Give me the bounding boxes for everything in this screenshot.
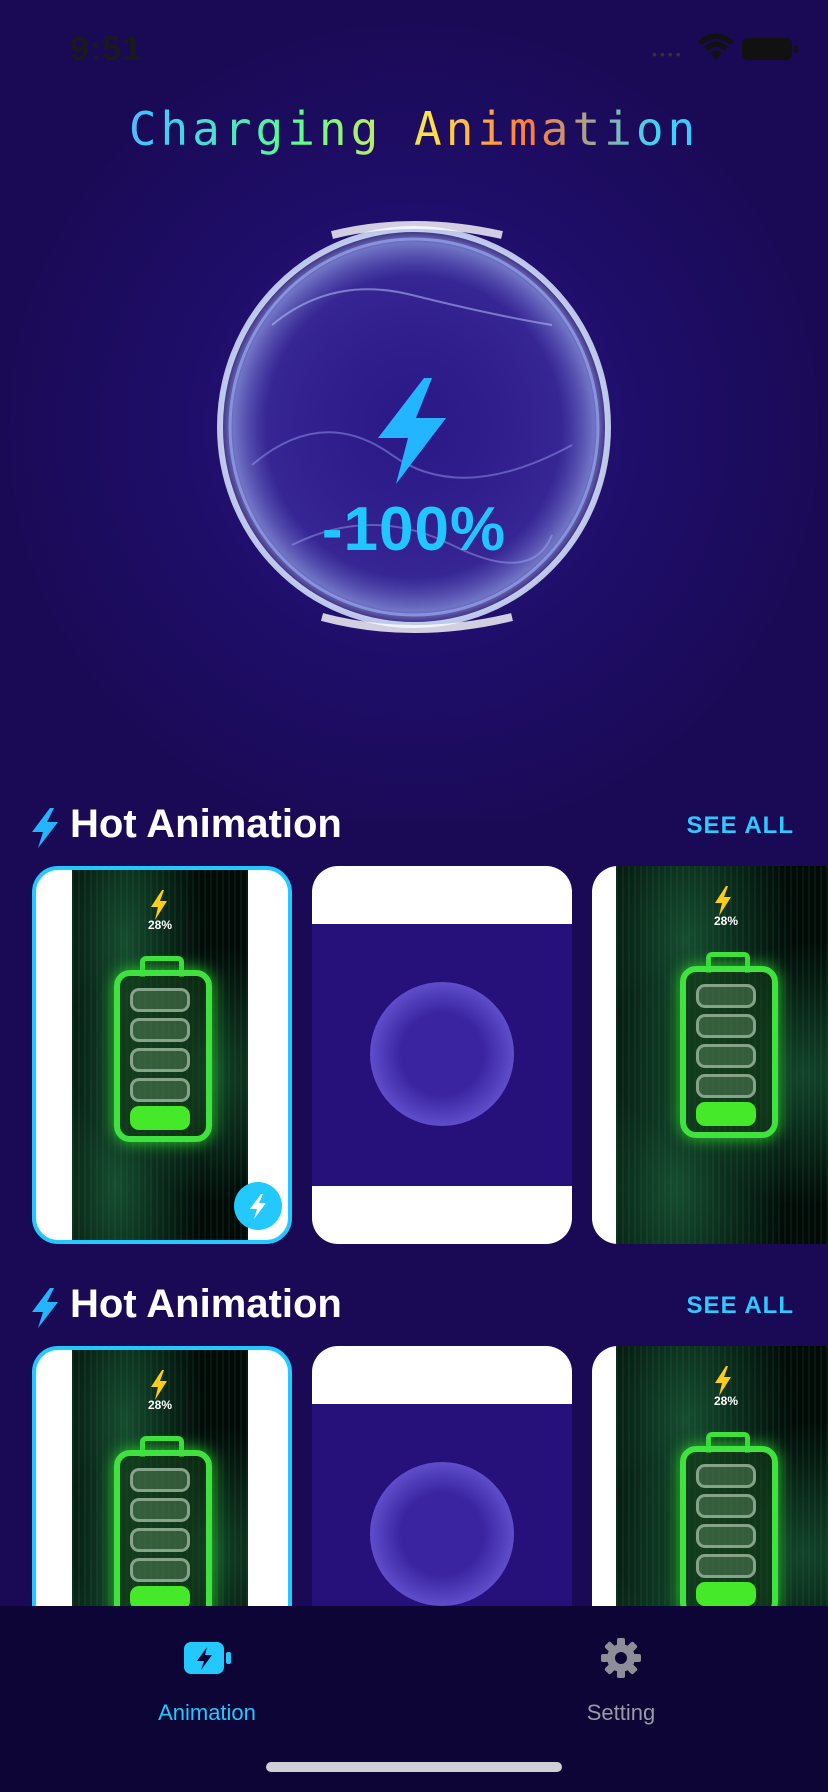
- battery-icon: [742, 38, 798, 60]
- status-bar: 9:51 ••••: [0, 0, 828, 100]
- apply-animation-button[interactable]: [234, 1182, 282, 1230]
- orb-thumbnail: [370, 1462, 514, 1606]
- battery-preview: 28%: [616, 1346, 828, 1606]
- battery-preview: 28%: [72, 870, 248, 1240]
- app-title: Charging Animation: [0, 102, 828, 156]
- preview-percent: 28%: [713, 1394, 739, 1408]
- bolt-icon: [151, 890, 167, 920]
- tab-label-animation: Animation: [158, 1700, 256, 1725]
- bolt-icon: [378, 378, 446, 484]
- bolt-icon: [32, 1288, 58, 1328]
- bolt-icon: [32, 808, 58, 848]
- section-title: Hot Animation: [70, 1282, 342, 1326]
- bolt-icon: [715, 886, 731, 916]
- signal-icon: ••••: [652, 46, 684, 62]
- tab-label-setting: Setting: [586, 1700, 656, 1725]
- tab-setting[interactable]: Setting: [414, 1606, 828, 1726]
- tab-animation[interactable]: Animation: [0, 1606, 414, 1726]
- wifi-icon: [698, 33, 734, 60]
- gear-icon: [601, 1638, 641, 1678]
- battery-preview: 28%: [616, 866, 828, 1244]
- battery-bolt-icon: [184, 1642, 231, 1674]
- animation-carousel[interactable]: 28% 28%: [0, 1346, 828, 1606]
- section-header-hot-animation: Hot Animation SEE ALL: [0, 1278, 828, 1338]
- preview-percent: 28%: [147, 918, 173, 932]
- bolt-icon: [151, 1370, 167, 1400]
- section-header-hot-animation: Hot Animation SEE ALL: [0, 798, 828, 858]
- home-indicator: [266, 1762, 562, 1772]
- see-all-button[interactable]: SEE ALL: [687, 1292, 794, 1320]
- animation-card-battery[interactable]: 28%: [32, 866, 292, 1244]
- battery-preview: 28%: [72, 1350, 248, 1606]
- animation-card-battery[interactable]: 28%: [32, 1346, 292, 1606]
- animation-carousel[interactable]: 28% 28%: [0, 866, 828, 1246]
- status-time: 9:51: [70, 30, 143, 68]
- orb-preview: [312, 924, 572, 1186]
- animation-card-battery[interactable]: 28%: [592, 1346, 828, 1606]
- preview-percent: 28%: [147, 1398, 173, 1412]
- section-title: Hot Animation: [70, 802, 342, 846]
- preview-percent: 28%: [713, 914, 739, 928]
- orb-thumbnail: [370, 982, 514, 1126]
- bolt-icon: [715, 1366, 731, 1396]
- animation-card-orb[interactable]: [312, 866, 572, 1244]
- orb-preview: [312, 1404, 572, 1606]
- see-all-button[interactable]: SEE ALL: [687, 812, 794, 840]
- battery-percent: -100%: [321, 495, 507, 564]
- bolt-icon: [250, 1194, 266, 1219]
- animation-card-battery[interactable]: 28%: [592, 866, 828, 1244]
- animation-card-orb[interactable]: [312, 1346, 572, 1606]
